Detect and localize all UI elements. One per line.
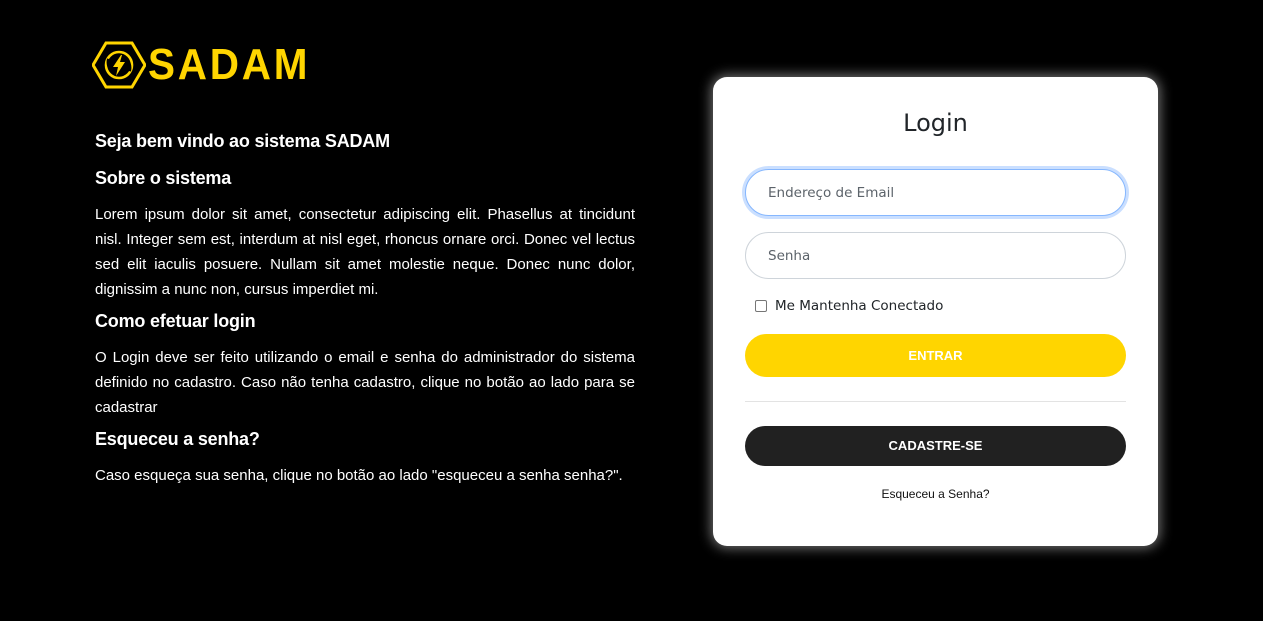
login-button[interactable]: ENTRAR bbox=[745, 334, 1126, 377]
howto-heading: Como efetuar login bbox=[95, 311, 256, 331]
register-button[interactable]: CADASTRE-SE bbox=[745, 426, 1126, 466]
welcome-heading: Seja bem vindo ao sistema SADAM bbox=[95, 131, 390, 151]
brand-name: SADAM bbox=[148, 40, 311, 89]
login-title: Login bbox=[903, 109, 968, 137]
forgot-heading: Esqueceu a senha? bbox=[95, 429, 260, 449]
divider bbox=[745, 401, 1126, 402]
brand-logo: SADAM bbox=[92, 40, 324, 90]
login-page: SADAM Seja bem vindo ao sistema SADAM So… bbox=[0, 0, 1263, 621]
password-input[interactable] bbox=[745, 232, 1126, 279]
lightning-hexagon-icon bbox=[92, 41, 146, 89]
howto-text: O Login deve ser feito utilizando o emai… bbox=[95, 349, 635, 416]
remember-checkbox[interactable] bbox=[755, 300, 767, 312]
forgot-text: Caso esqueça sua senha, clique no botão … bbox=[95, 467, 623, 484]
remember-label: Me Mantenha Conectado bbox=[775, 298, 944, 314]
about-text: Lorem ipsum dolor sit amet, consectetur … bbox=[95, 206, 635, 298]
remember-me[interactable]: Me Mantenha Conectado bbox=[755, 298, 943, 314]
forgot-password-link[interactable]: Esqueceu a Senha? bbox=[713, 486, 1158, 502]
login-card: Login Me Mantenha Conectado ENTRAR CADAS… bbox=[713, 77, 1158, 546]
intro-section: Seja bem vindo ao sistema SADAM Sobre o … bbox=[95, 128, 635, 488]
email-input[interactable] bbox=[745, 169, 1126, 216]
about-heading: Sobre o sistema bbox=[95, 168, 232, 188]
